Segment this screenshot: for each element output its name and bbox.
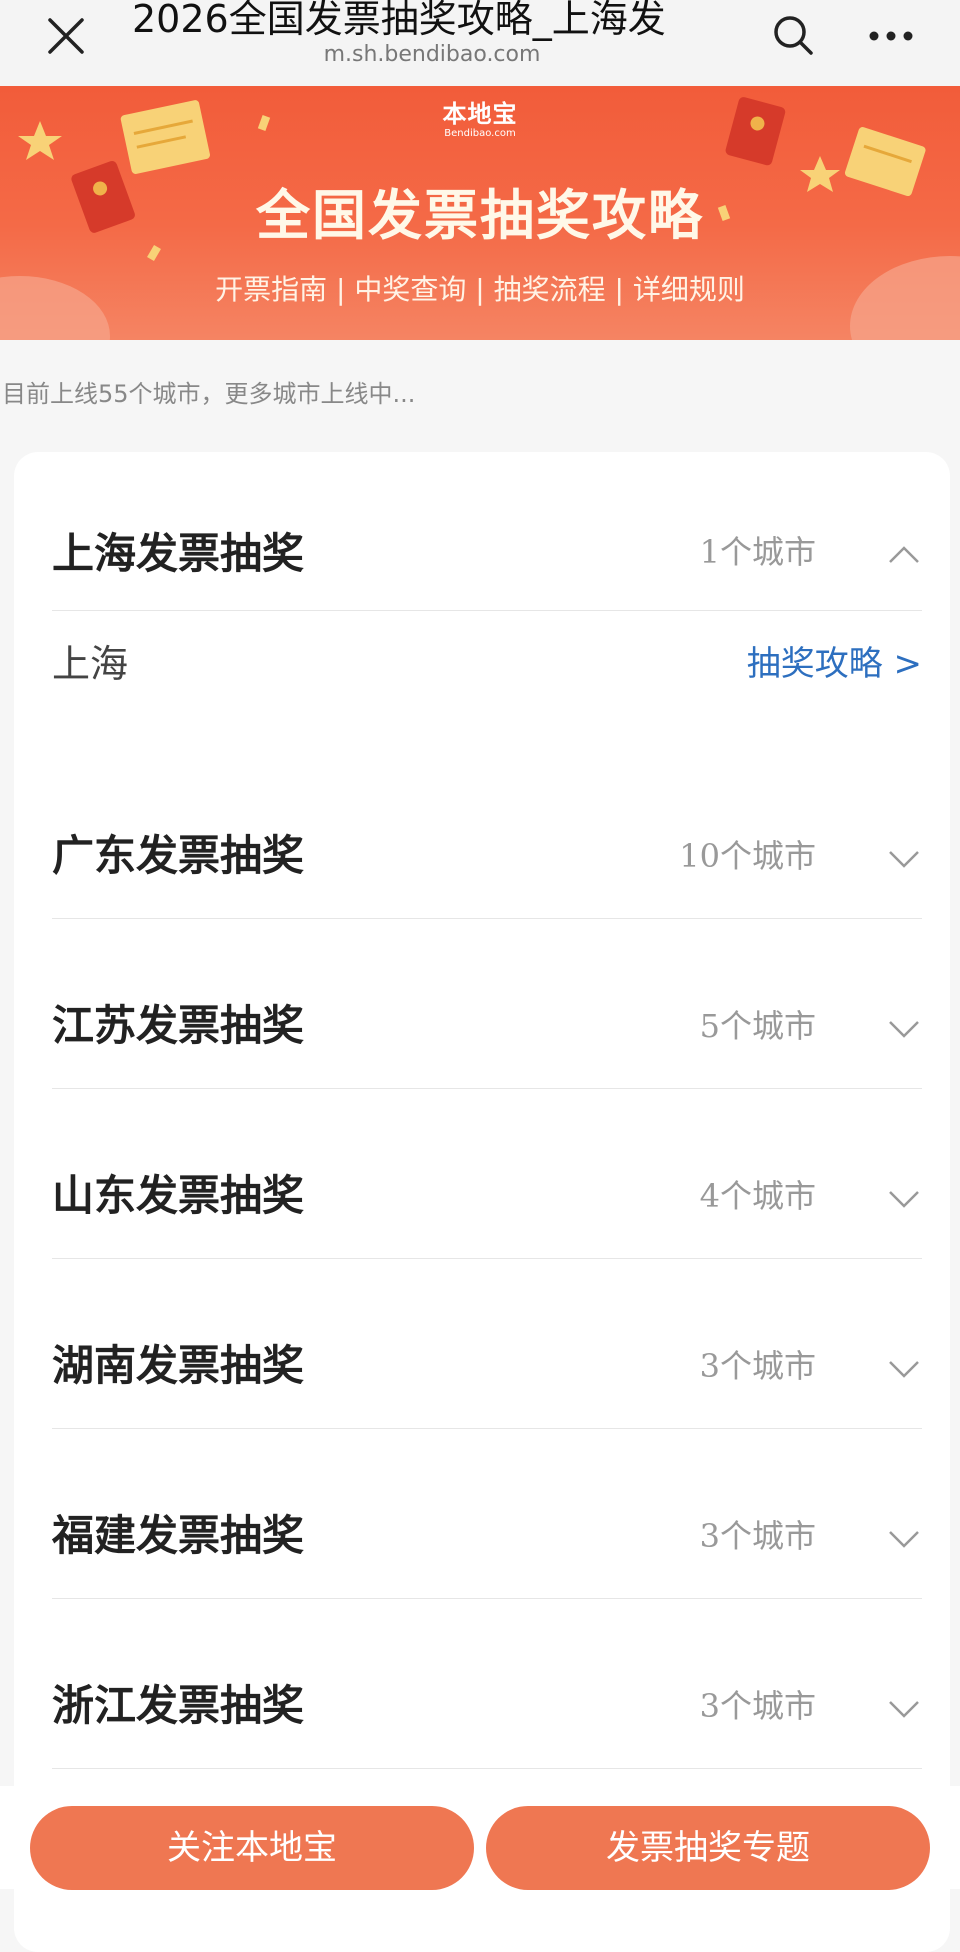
chevron-down-icon[interactable] (886, 1186, 922, 1210)
page-title: 2026全国发票抽奖攻略_上海发 (132, 0, 666, 41)
page-url: m.sh.bendibao.com (323, 42, 541, 67)
province-name: 山东发票抽奖 (52, 1171, 305, 1220)
province-group-hunan[interactable]: 湖南发票抽奖 3个城市 (52, 1258, 922, 1429)
chevron-down-icon[interactable] (886, 846, 922, 870)
city-count: 4个城市 (699, 1177, 816, 1215)
province-group-jiangsu[interactable]: 江苏发票抽奖 5个城市 (52, 918, 922, 1089)
city-count: 1个城市 (699, 533, 816, 571)
province-name: 福建发票抽奖 (52, 1511, 305, 1560)
bottom-action-bar: 关注本地宝 发票抽奖专题 (0, 1786, 960, 1890)
city-count: 3个城市 (699, 1347, 816, 1385)
banner-subline: 开票指南 | 中奖查询 | 抽奖流程 | 详细规则 (215, 273, 745, 306)
city-row-shanghai[interactable]: 上海 抽奖攻略 > (52, 622, 922, 712)
bendibao-logo: 本地宝 Bendibao.com (430, 100, 530, 152)
city-count: 3个城市 (699, 1687, 816, 1725)
province-name: 浙江发票抽奖 (52, 1681, 305, 1730)
province-group-shanghai[interactable]: 上海发票抽奖 1个城市 (52, 452, 922, 611)
province-group-zhejiang[interactable]: 浙江发票抽奖 3个城市 (52, 1598, 922, 1769)
logo-text: 本地宝 (442, 100, 518, 128)
close-icon[interactable] (44, 14, 88, 58)
province-name: 广东发票抽奖 (52, 831, 305, 880)
city-count: 10个城市 (679, 837, 816, 875)
more-options-icon[interactable] (866, 14, 916, 58)
city-name: 上海 (52, 642, 129, 686)
search-icon[interactable] (770, 12, 816, 58)
chevron-up-icon[interactable] (886, 542, 922, 566)
province-group-shandong[interactable]: 山东发票抽奖 4个城市 (52, 1088, 922, 1259)
banner-headline: 全国发票抽奖攻略 (256, 184, 704, 247)
province-group-fujian[interactable]: 福建发票抽奖 3个城市 (52, 1428, 922, 1599)
province-name: 江苏发票抽奖 (52, 1001, 305, 1050)
chevron-down-icon[interactable] (886, 1356, 922, 1380)
province-name: 上海发票抽奖 (52, 529, 305, 578)
follow-bendibao-button[interactable]: 关注本地宝 (30, 1806, 474, 1890)
lottery-guide-link[interactable]: 抽奖攻略 > (747, 642, 922, 686)
city-count-notice: 目前上线55个城市，更多城市上线中... (2, 380, 416, 408)
province-name: 湖南发票抽奖 (52, 1341, 305, 1390)
province-group-guangdong[interactable]: 广东发票抽奖 10个城市 (52, 748, 922, 919)
invoice-lottery-topic-button[interactable]: 发票抽奖专题 (486, 1806, 930, 1890)
chevron-down-icon[interactable] (886, 1526, 922, 1550)
chevron-down-icon[interactable] (886, 1696, 922, 1720)
logo-domain: Bendibao.com (444, 128, 516, 139)
province-list-card: 上海发票抽奖 1个城市 上海 抽奖攻略 > 广东发票抽奖 10个城市 江苏发票抽… (14, 452, 950, 1952)
chevron-down-icon[interactable] (886, 1016, 922, 1040)
city-count: 5个城市 (699, 1007, 816, 1045)
browser-topbar: 2026全国发票抽奖攻略_上海发 m.sh.bendibao.com (0, 0, 960, 87)
hero-banner: 本地宝 Bendibao.com 全国发票抽奖攻略 开票指南 | 中奖查询 | … (0, 86, 960, 340)
city-count: 3个城市 (699, 1517, 816, 1555)
